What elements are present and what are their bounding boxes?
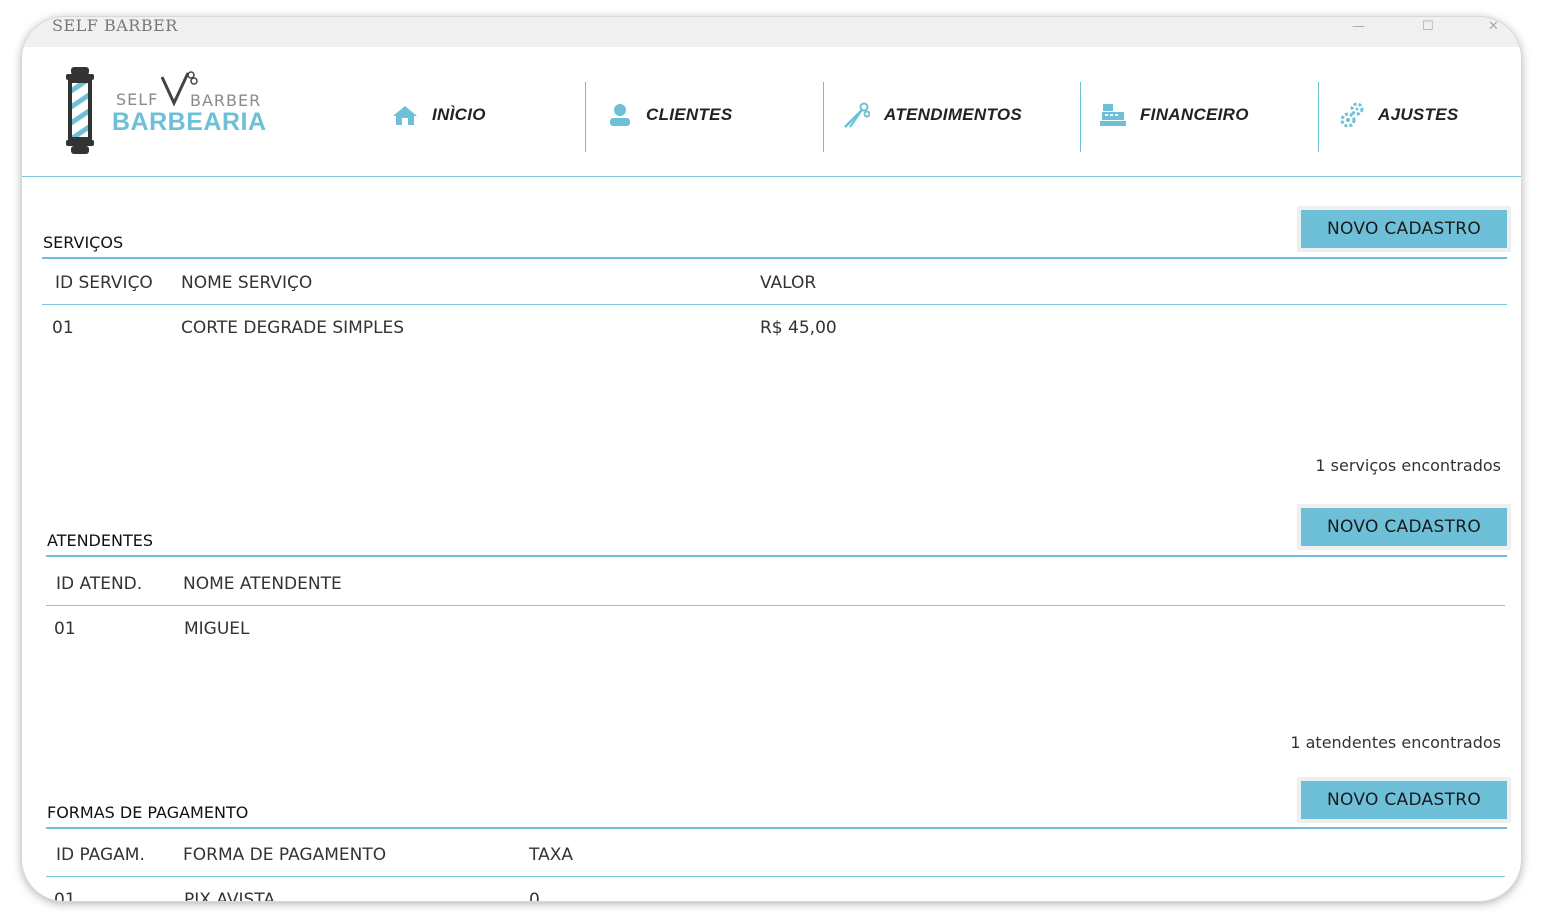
logo-self-text: SELF (116, 90, 159, 109)
close-button[interactable]: ✕ (1488, 19, 1499, 34)
nav-atendimentos[interactable]: ATENDIMENTOS (842, 95, 1022, 135)
window-title: SELF BARBER (52, 17, 178, 35)
nav-financeiro-label: FINANCEIRO (1140, 105, 1249, 124)
nav-clientes-label: CLIENTES (646, 105, 733, 124)
nav-financeiro[interactable]: FINANCEIRO (1100, 95, 1249, 135)
novo-cadastro-pagamento-button[interactable]: NOVO CADASTRO (1301, 781, 1507, 819)
barber-pole-icon (66, 67, 94, 154)
atendentes-count: 1 atendentes encontrados (1290, 733, 1501, 752)
cell-valor: R$ 45,00 (760, 318, 837, 338)
nav-atendimentos-label: ATENDIMENTOS (884, 105, 1023, 124)
cell-id: 01 (54, 619, 76, 639)
app-window: SELF BARBER — ☐ ✕ SELF BARBER BARBEARIA … (22, 17, 1521, 901)
section-divider (46, 827, 1507, 829)
header-divider (46, 876, 1505, 877)
header-nome-servico: NOME SERVIÇO (181, 273, 313, 293)
section-divider (46, 555, 1507, 557)
gears-icon (1340, 102, 1364, 128)
nav-separator (1318, 82, 1319, 152)
minimize-button[interactable]: — (1352, 19, 1365, 34)
header-id-pagam: ID PAGAM. (56, 845, 145, 865)
header-nome-atendente: NOME ATENDENTE (183, 574, 342, 594)
section-divider (42, 257, 1507, 259)
user-icon (610, 104, 630, 126)
nav-separator (585, 82, 586, 152)
nav-clientes[interactable]: CLIENTES (608, 95, 732, 135)
maximize-button[interactable]: ☐ (1422, 19, 1434, 34)
cell-nome: MIGUEL (184, 619, 250, 639)
nav-ajustes-label: AJUSTES (1378, 105, 1459, 124)
title-bar: SELF BARBER — ☐ ✕ (22, 17, 1521, 47)
section-title-pagamentos: FORMAS DE PAGAMENTO (47, 803, 249, 822)
servicos-count: 1 serviços encontrados (1315, 456, 1501, 475)
cell-id: 01 (52, 318, 74, 338)
nav-ajustes[interactable]: AJUSTES (1340, 95, 1459, 135)
nav-inicio-label: INÌCIO (432, 105, 486, 124)
cell-nome: CORTE DEGRADE SIMPLES (181, 318, 405, 338)
section-title-servicos: SERVIÇOS (43, 233, 124, 252)
header-id-atend: ID ATEND. (56, 574, 143, 594)
scissors-icon (844, 102, 870, 128)
novo-cadastro-servico-button[interactable]: NOVO CADASTRO (1301, 210, 1507, 248)
barbearia-logo: SELF BARBER BARBEARIA (62, 65, 302, 157)
header-forma-pagamento: FORMA DE PAGAMENTO (183, 845, 387, 865)
header-divider (42, 304, 1507, 305)
cash-register-icon (1100, 104, 1126, 126)
home-icon (393, 106, 417, 125)
header-divider (46, 605, 1505, 606)
nav-separator (823, 82, 824, 152)
cell-id: 01 (54, 890, 76, 901)
app-header: SELF BARBER BARBEARIA INÌCIO CLIENTES AT… (22, 47, 1521, 177)
section-title-atendentes: ATENDENTES (47, 531, 153, 550)
novo-cadastro-atendente-button[interactable]: NOVO CADASTRO (1301, 508, 1507, 546)
cell-taxa: 0 (529, 890, 540, 901)
cell-forma: PIX AVISTA (184, 890, 275, 901)
nav-inicio[interactable]: INÌCIO (392, 95, 486, 135)
header-id-servico: ID SERVIÇO (55, 273, 153, 293)
header-taxa: TAXA (529, 845, 573, 865)
logo-main-text: BARBEARIA (112, 108, 267, 136)
nav-separator (1080, 82, 1081, 152)
header-valor: VALOR (760, 273, 817, 293)
